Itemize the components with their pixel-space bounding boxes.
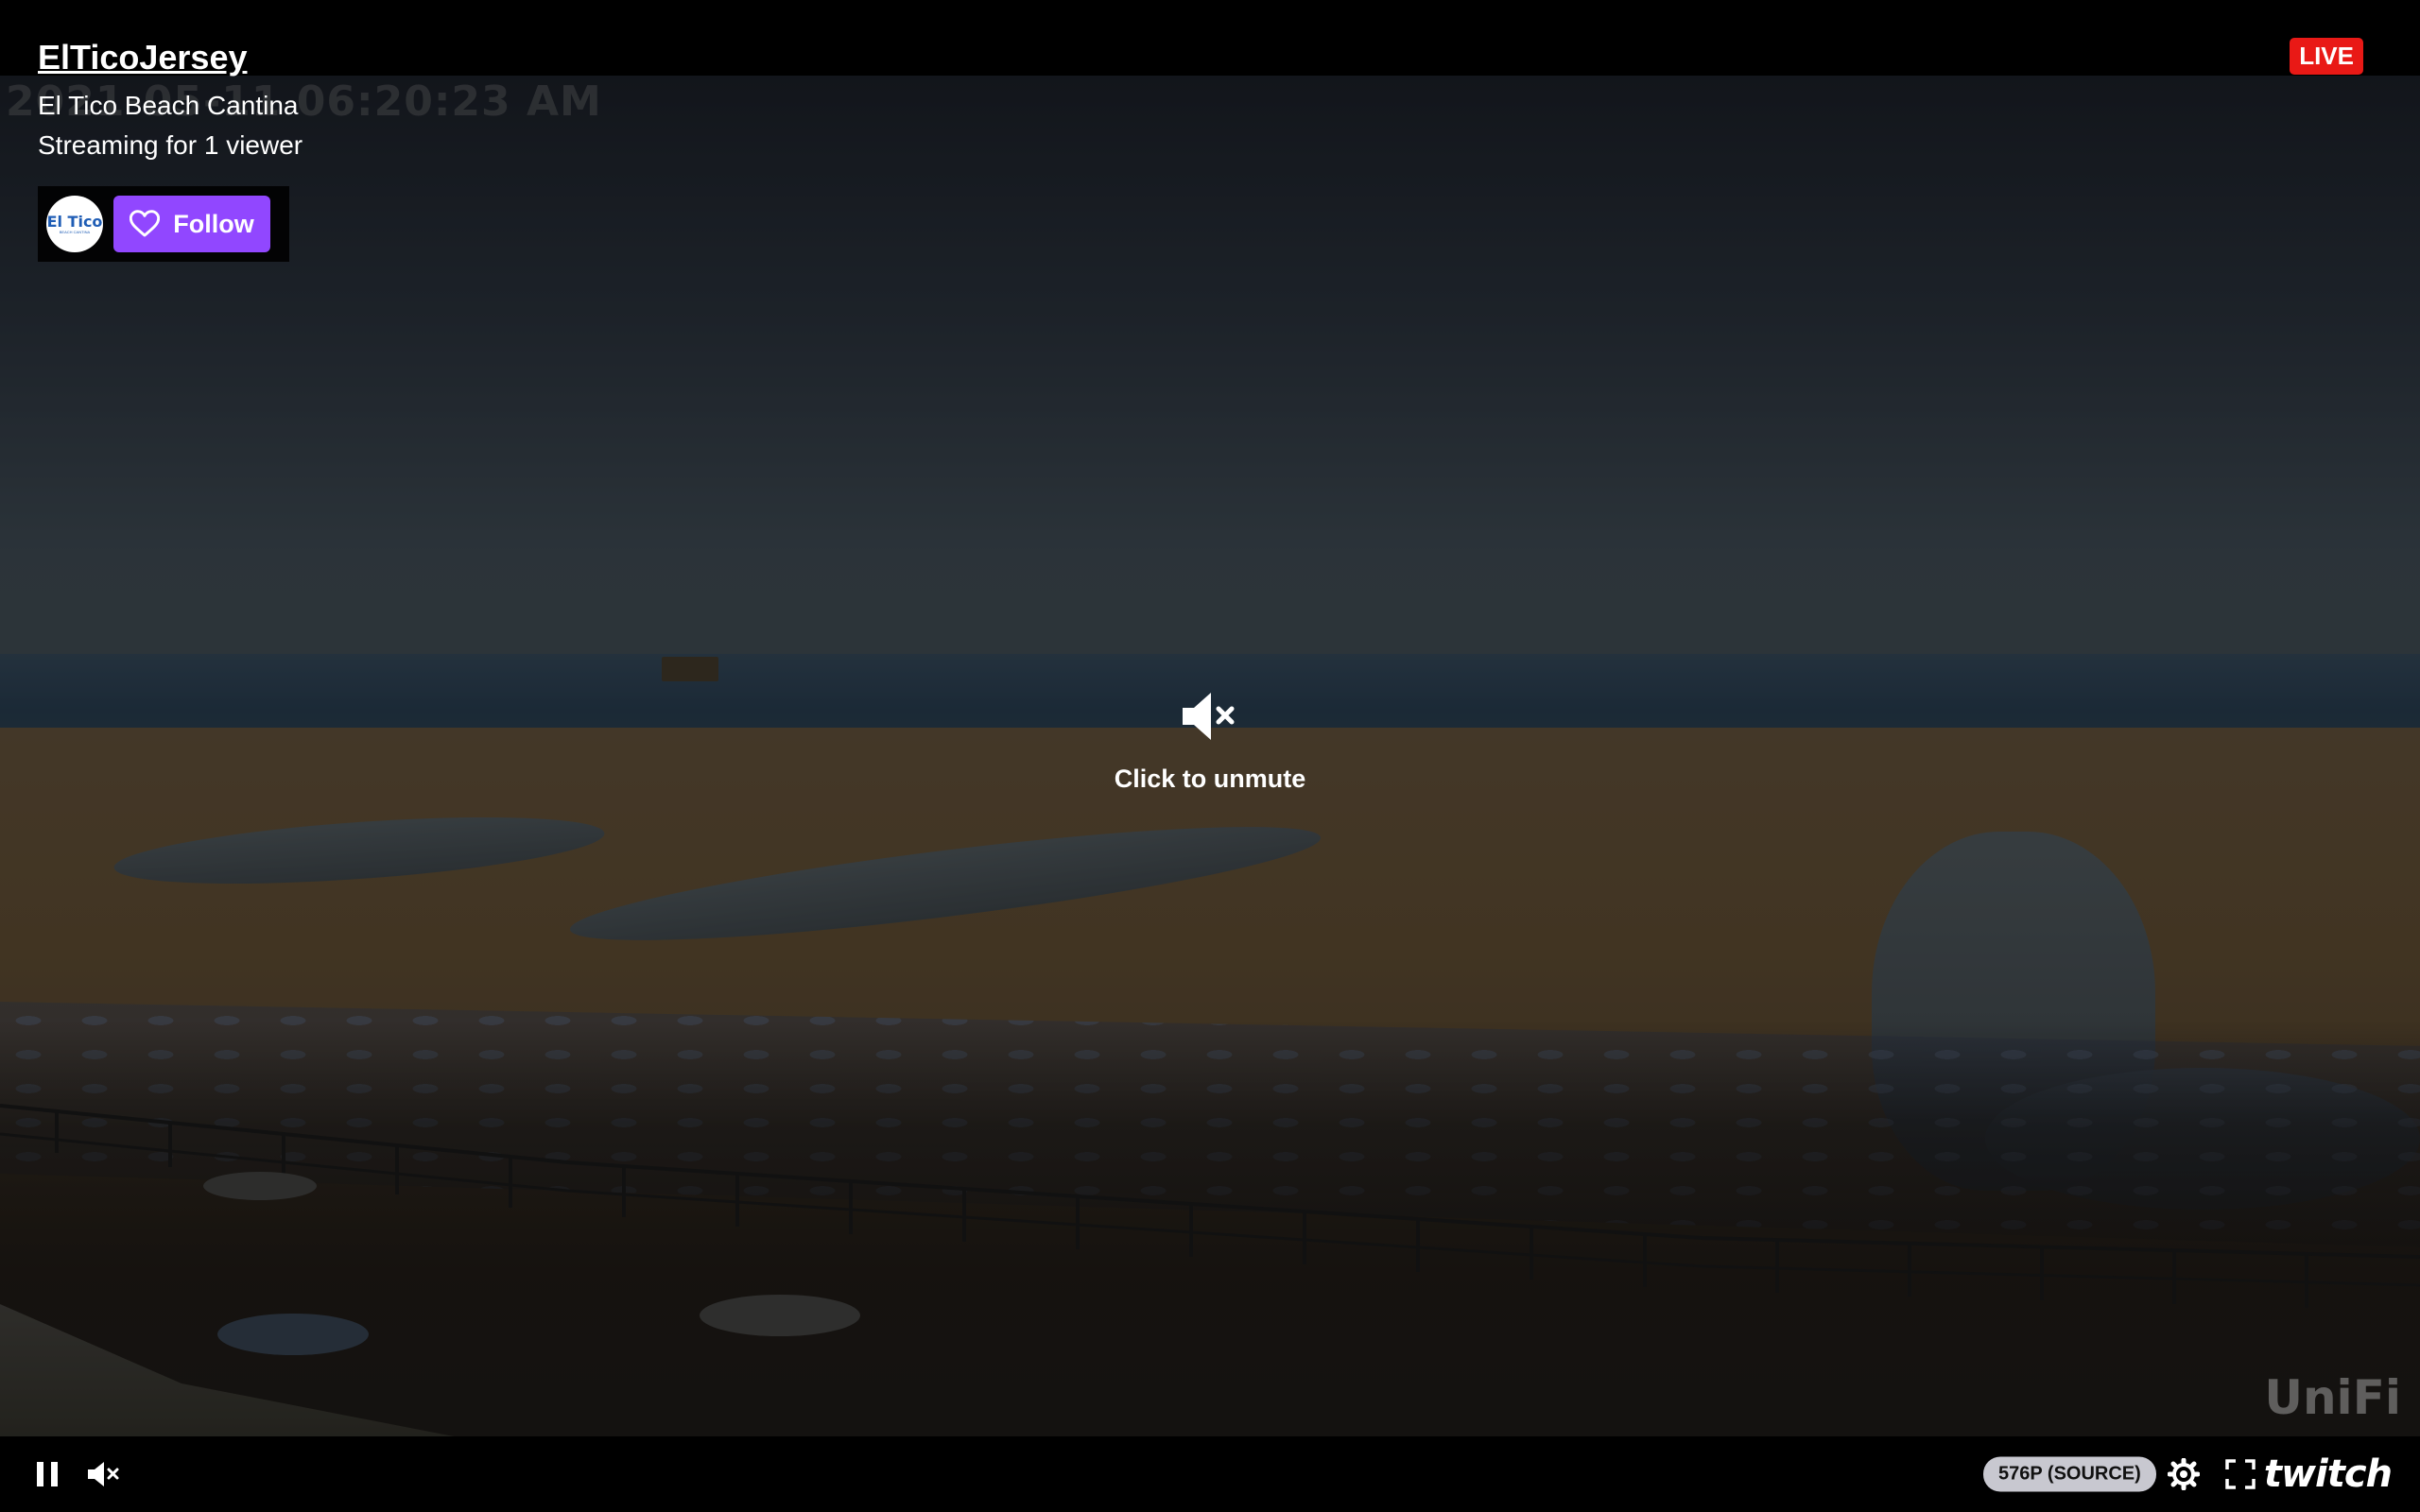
pause-icon xyxy=(37,1462,58,1486)
video-player[interactable]: 2021-05-11 06:20:23 AM UniFi ElTicoJerse… xyxy=(0,0,2420,1512)
player-controls: 576P (SOURCE) twitch xyxy=(0,1436,2420,1512)
follow-label: Follow xyxy=(173,209,254,238)
avatar[interactable]: El Tico BEACH CANTINA xyxy=(46,196,103,252)
speaker-muted-icon xyxy=(1183,693,1235,740)
volume-button[interactable] xyxy=(83,1455,125,1493)
unmute-label: Click to unmute xyxy=(1114,765,1306,793)
quality-badge: 576P (SOURCE) xyxy=(1983,1456,2156,1492)
stream-title: El Tico Beach Cantina xyxy=(38,91,299,120)
follow-panel: El Tico BEACH CANTINA Follow xyxy=(38,186,289,262)
volume-muted-icon xyxy=(88,1462,119,1486)
avatar-logo-sub: BEACH CANTINA xyxy=(59,229,91,234)
camera-watermark: UniFi xyxy=(2264,1370,2401,1425)
pause-button[interactable] xyxy=(28,1455,66,1493)
click-to-unmute[interactable]: Click to unmute xyxy=(1068,690,1352,794)
avatar-logo-text: El Tico xyxy=(46,212,103,231)
heart-icon xyxy=(130,210,161,237)
twitch-logo[interactable]: twitch xyxy=(2264,1452,2393,1496)
follow-button[interactable]: Follow xyxy=(113,196,270,252)
settings-icon xyxy=(2168,1458,2200,1490)
fullscreen-icon xyxy=(2225,1459,2256,1489)
settings-button[interactable] xyxy=(2165,1455,2203,1493)
stream-info: ElTicoJersey El Tico Beach Cantina Strea… xyxy=(38,38,302,161)
viewer-count: Streaming for 1 viewer xyxy=(38,130,303,160)
channel-name-link[interactable]: ElTicoJersey xyxy=(38,38,302,77)
live-badge: LIVE xyxy=(2290,38,2363,75)
fullscreen-button[interactable] xyxy=(2221,1455,2259,1493)
